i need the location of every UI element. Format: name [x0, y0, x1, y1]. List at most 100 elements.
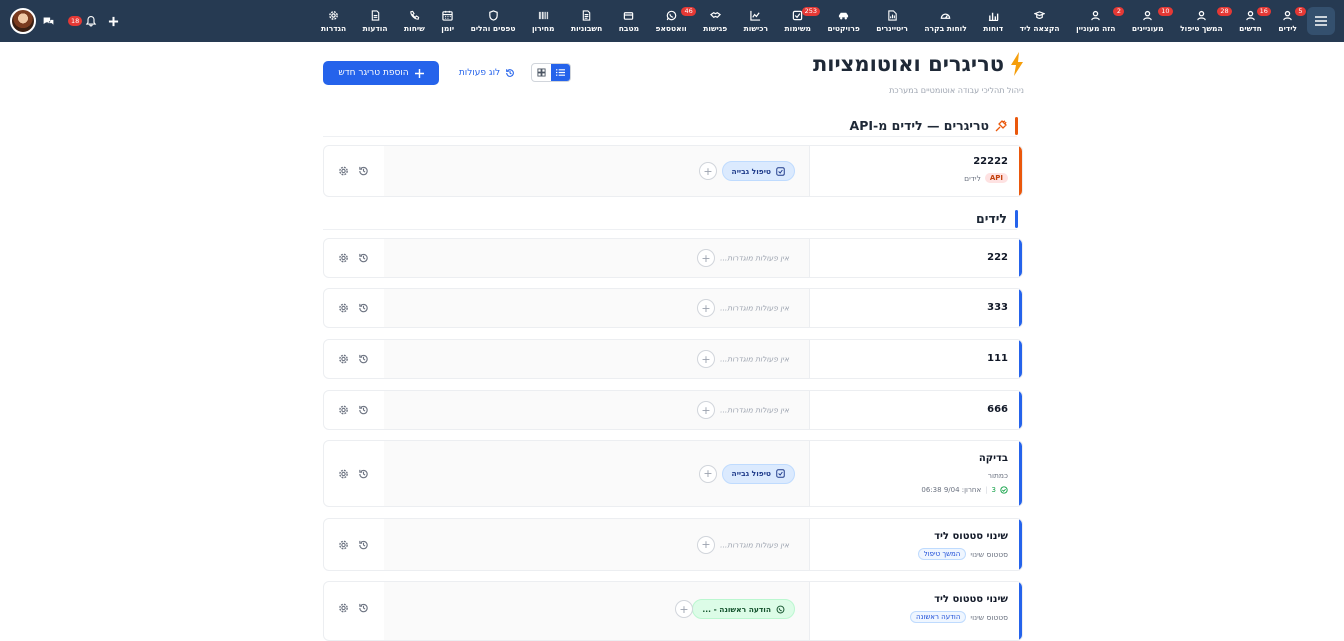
nav-item-interested[interactable]: מעוניינים 10	[1129, 0, 1173, 42]
nav-item-followup[interactable]: המשך טיפול 28	[1177, 0, 1232, 42]
nav-item-forms[interactable]: טפסים והלים	[468, 0, 519, 42]
nav-item-projects[interactable]: פרויקטים	[825, 0, 863, 42]
nav-item-purchases[interactable]: רכישות	[741, 0, 771, 42]
nav-label: שיחות	[404, 23, 425, 33]
nav-item-dashboards[interactable]: לוחות בקרה	[921, 0, 969, 42]
trigger-type: סטטוס שינוי המשך טיפול	[810, 548, 1008, 561]
avatar[interactable]	[10, 8, 36, 34]
whatsapp-icon	[776, 605, 785, 613]
nav-label: מעוניינים	[1131, 23, 1164, 33]
trigger-card[interactable]: 222 אין פעולות מוגדרות... +	[323, 238, 1023, 278]
gear-icon[interactable]	[338, 405, 349, 416]
grid-icon	[537, 68, 546, 77]
trigger-card[interactable]: 333 אין פעולות מוגדרות... +	[323, 288, 1023, 328]
hamburger-menu-button[interactable]	[1307, 7, 1335, 35]
actions-area: אין פעולות מוגדרות... +	[384, 289, 809, 327]
gear-icon[interactable]	[338, 603, 349, 614]
history-icon[interactable]	[358, 603, 369, 614]
nav-label: מטבח	[618, 23, 640, 33]
nav-item-reports[interactable]: דוחות	[980, 0, 1006, 42]
nav-item-assign-lead[interactable]: הקצאה ליד	[1017, 0, 1063, 42]
page-title: טריגרים ואוטומציות	[813, 52, 1024, 76]
history-icon[interactable]	[358, 253, 369, 264]
add-action-button[interactable]: +	[697, 535, 715, 554]
bell-icon	[86, 15, 97, 27]
notifications-button[interactable]: 18	[68, 0, 97, 42]
action-log-button[interactable]: לוג פעולות	[454, 61, 520, 85]
trigger-card[interactable]: שינוי סטטוס ליד סטטוס שינוי הודעה ראשונה…	[323, 581, 1023, 641]
nav-item-whatsapp[interactable]: וואטסאפ 46	[653, 0, 696, 42]
nav-item-tasks[interactable]: משימות 253	[782, 0, 820, 42]
add-action-button[interactable]: +	[697, 350, 715, 368]
nav-badge: 46	[681, 7, 696, 16]
history-icon[interactable]	[358, 303, 369, 314]
section-bar	[1015, 117, 1018, 135]
add-action-button[interactable]: +	[697, 299, 715, 317]
nav-label: רכישות	[743, 23, 769, 33]
trigger-card[interactable]: 111 אין פעולות מוגדרות... +	[323, 339, 1023, 379]
card-info: בדיקה כמתור 3 | אחרון: 9/04 06:38	[809, 441, 1019, 506]
add-trigger-button[interactable]: הוספת טריגר חדש	[323, 61, 439, 85]
action-chip[interactable]: טיפול גבייה	[721, 463, 795, 484]
add-action-button[interactable]: +	[699, 464, 717, 483]
trigger-card[interactable]: 22222 API לידים טיפול גבייה +	[323, 145, 1023, 197]
nav-item-leads[interactable]: לידים 5	[1275, 0, 1306, 42]
history-icon[interactable]	[358, 166, 369, 177]
gear-icon[interactable]	[338, 166, 349, 177]
run-count: 3	[991, 486, 996, 494]
history-icon[interactable]	[358, 405, 369, 416]
trigger-name: 22222	[973, 156, 1008, 167]
nav-item-pricelist[interactable]: מחירון	[529, 0, 557, 42]
nav-item-calendar[interactable]: יומן	[438, 0, 457, 42]
gear-icon[interactable]	[338, 539, 349, 550]
action-chip[interactable]: הודעה ראשונה - ...	[692, 599, 795, 619]
nav-item-settings[interactable]: הגדרות	[318, 0, 349, 42]
history-icon	[506, 69, 514, 77]
nav-item-kitchen[interactable]: מטבח	[616, 0, 642, 42]
nav-item-new[interactable]: חדשים 16	[1236, 0, 1271, 42]
gear-icon[interactable]	[338, 253, 349, 264]
grid-view-button[interactable]	[532, 64, 551, 81]
trigger-card[interactable]: 666 אין פעולות מוגדרות... +	[323, 390, 1023, 430]
card-info: 22222 API לידים	[809, 146, 1019, 196]
section-title-text: טריגרים — לידים מ-API	[849, 118, 989, 133]
trigger-source-label: לידים	[964, 173, 981, 183]
nav-label: פרויקטים	[827, 23, 860, 33]
chat-icon[interactable]	[42, 0, 55, 42]
nav-item-this-interested[interactable]: הזה מעוניין 2	[1073, 0, 1125, 42]
trigger-name: 111	[987, 353, 1008, 364]
nav-badge: 2	[1113, 7, 1125, 16]
trigger-name: בדיקה	[978, 453, 1008, 464]
add-action-button[interactable]: +	[675, 600, 693, 618]
card-icons	[338, 303, 369, 314]
box-icon	[624, 11, 634, 20]
add-action-button[interactable]: +	[697, 249, 715, 267]
gear-icon[interactable]	[338, 354, 349, 365]
history-icon[interactable]	[358, 468, 369, 479]
action-chip[interactable]: טיפול גבייה	[721, 161, 795, 181]
add-action-button[interactable]: +	[699, 162, 717, 180]
nav-item-messages[interactable]: הודעות	[360, 0, 391, 42]
nav-item-invoices[interactable]: חשבוניות	[568, 0, 605, 42]
card-icons	[338, 405, 369, 416]
nav-label: חשבוניות	[570, 23, 603, 33]
history-icon[interactable]	[358, 539, 369, 550]
plus-icon[interactable]	[108, 0, 119, 42]
gear-icon[interactable]	[338, 468, 349, 479]
gear-icon[interactable]	[338, 303, 349, 314]
trigger-source: API לידים	[810, 173, 1008, 184]
actions-area: אין פעולות מוגדרות... +	[384, 239, 809, 277]
history-icon[interactable]	[358, 354, 369, 365]
trigger-name: שינוי סטטוס ליד	[934, 594, 1008, 605]
nav-label: מחירון	[531, 23, 555, 33]
trigger-card[interactable]: שינוי סטטוס ליד סטטוס שינוי המשך טיפול א…	[323, 518, 1023, 571]
action-log-label: לוג פעולות	[458, 68, 501, 78]
add-action-button[interactable]: +	[697, 401, 715, 419]
nav-item-calls[interactable]: שיחות	[401, 0, 428, 42]
trigger-card[interactable]: בדיקה כמתור 3 | אחרון: 9/04 06:38 טיפול …	[323, 440, 1023, 507]
nav-item-meetings[interactable]: פגישות	[700, 0, 730, 42]
list-view-button[interactable]	[551, 64, 570, 81]
invoice-icon	[582, 10, 591, 21]
nav-item-retainers[interactable]: ריטיינרים	[873, 0, 911, 42]
action-chip-label: טיפול גבייה	[731, 166, 771, 176]
